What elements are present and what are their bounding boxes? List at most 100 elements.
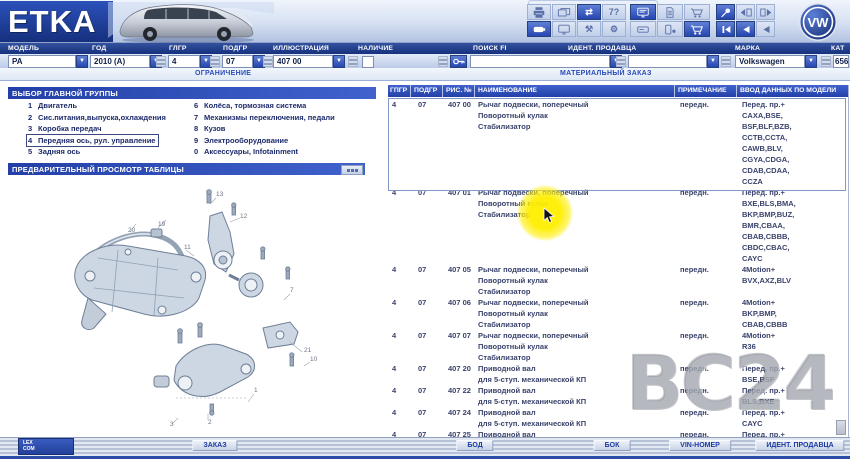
illustration-dropdown-button[interactable]: ▼ <box>333 55 345 68</box>
main-group-item-4[interactable]: 4Передняя ось, рул. управление <box>26 134 159 148</box>
parts-table-body: 407407 00Рычаг подвески, поперечныйПовор… <box>388 99 848 437</box>
back-icon[interactable] <box>756 21 775 37</box>
help-lookup-icon[interactable]: 7? <box>602 4 626 20</box>
catalog-input[interactable]: 656 <box>833 55 849 68</box>
bod-button[interactable]: БОД <box>456 440 493 451</box>
seller-id-dropdown-button[interactable]: ▼ <box>707 55 719 68</box>
svg-text:20: 20 <box>128 227 136 234</box>
order-button[interactable]: ЗАКАЗ <box>192 440 237 451</box>
seller-id-input[interactable] <box>628 55 707 68</box>
vin-display-icon[interactable] <box>630 4 656 20</box>
prev-page-icon[interactable] <box>736 21 755 37</box>
parts-table-row-407-05[interactable]: 407407 05Рычаг подвески, поперечныйПовор… <box>388 264 848 297</box>
divider-grip <box>263 56 273 67</box>
parts-table-row-407-07[interactable]: 407407 07Рычаг подвески, поперечныйПовор… <box>388 330 848 363</box>
main-group-item-6[interactable]: 6Колёса, тормозная система <box>194 100 379 112</box>
svg-text:1: 1 <box>254 387 258 394</box>
col-name: НАИМЕНОВАНИЕ <box>478 87 537 94</box>
vin-number-button[interactable]: VIN-НОМЕР <box>669 440 731 451</box>
toolbar-group-1: ⇄7?⚒⚙ <box>527 4 626 37</box>
illustration-input[interactable]: 407 00 <box>273 55 333 68</box>
shopping-cart-icon[interactable] <box>684 21 710 37</box>
availability-checkbox[interactable] <box>362 56 374 68</box>
svg-text:10: 10 <box>310 356 318 363</box>
svg-text:7: 7 <box>290 287 294 294</box>
main-group-item-2[interactable]: 2Сис.питания,выпуска,охлаждения <box>28 112 198 124</box>
seller-id-label: ИДЕНТ. ПРОДАВЦА <box>568 45 636 52</box>
wheel-icon[interactable]: ⚙ <box>602 21 626 37</box>
divider-grip <box>210 56 220 67</box>
material-order-link[interactable]: МАТЕРИАЛЬНЫЙ ЗАКАЗ <box>560 70 652 77</box>
col-gpgr: ГПГР <box>390 87 407 94</box>
filter-input-row: PA ▼ 2010 (A) ▼ 4 ▼ 07 ▼ 407 00 ▼ ▼ ▼ Vo… <box>0 54 850 68</box>
divider-grip <box>821 56 831 67</box>
divider-grip <box>721 56 731 67</box>
svg-text:3: 3 <box>170 421 174 428</box>
year-input[interactable]: 2010 (A) <box>90 55 150 68</box>
document-icon[interactable] <box>657 4 683 20</box>
model-dropdown-button[interactable]: ▼ <box>76 55 88 68</box>
availability-label: НАЛИЧИЕ <box>358 45 393 52</box>
lexcom-logo: LEX COM <box>18 438 74 455</box>
divider-grip <box>616 56 626 67</box>
svg-text:19: 19 <box>158 221 166 228</box>
pin-icon[interactable] <box>716 4 735 20</box>
preview-panel-title: ПРЕДВАРИТЕЛЬНЫЙ ПРОСМОТР ТАБЛИЦЫ <box>12 165 184 174</box>
parts-table: ГПГР ПОДГР РИС. № НАИМЕНОВАНИЕ ПРИМЕЧАНИ… <box>388 85 849 437</box>
monitor-icon[interactable] <box>552 21 576 37</box>
year-label: ГОД <box>92 45 106 52</box>
page-forward-icon[interactable] <box>756 4 775 20</box>
cartridge-icon[interactable] <box>527 21 551 37</box>
col-note: ПРИМЕЧАНИЕ <box>678 87 727 94</box>
print-preview-icon[interactable] <box>552 4 576 20</box>
main-group-item-0[interactable]: 0Аксессуары, Infotainment <box>194 146 379 158</box>
parts-table-row-407-25[interactable]: 407407 25Приводной валпередн.Перед. пр.+ <box>388 429 848 437</box>
divider-grip <box>438 56 448 67</box>
main-group-item-9[interactable]: 9Электрооборудование <box>194 135 379 147</box>
main-group-input[interactable]: 4 <box>168 55 200 68</box>
card-reader-icon[interactable] <box>630 21 656 37</box>
main-group-item-8[interactable]: 8Кузов <box>194 123 379 135</box>
preview-options-button[interactable] <box>341 165 363 175</box>
svg-text:VW: VW <box>808 15 830 30</box>
restriction-link[interactable]: ОГРАНИЧЕНИЕ <box>195 70 251 77</box>
parts-table-row-407-24[interactable]: 407407 24Приводной валдля 5-ступ. механи… <box>388 407 848 429</box>
page-back-icon[interactable] <box>736 4 755 20</box>
service-tools-icon[interactable]: ⚒ <box>577 21 601 37</box>
vehicle-image <box>106 0 274 44</box>
model-input[interactable]: PA <box>8 55 76 68</box>
catalog-label: КАТ <box>831 45 844 52</box>
parts-table-row-407-01[interactable]: 407407 01Рычаг подвески, поперечныйПовор… <box>388 187 848 264</box>
search-fi-input[interactable] <box>470 55 610 68</box>
key-search-button[interactable] <box>450 55 467 68</box>
brand-input[interactable]: Volkswagen <box>735 55 805 68</box>
bok-button[interactable]: БОК <box>594 440 631 451</box>
print-icon[interactable] <box>527 4 551 20</box>
main-group-panel-header: ВЫБОР ГЛАВНОЙ ГРУППЫ <box>8 87 376 99</box>
seller-id-button[interactable]: ИДЕНТ. ПРОДАВЦА <box>755 440 844 451</box>
transfer-icon[interactable]: ⇄ <box>577 4 601 20</box>
table-scrollbar-nub[interactable] <box>836 420 846 435</box>
parts-table-row-407-22[interactable]: 407407 22Приводной валдля 5-ступ. механи… <box>388 385 848 407</box>
col-podgr: ПОДГР <box>414 87 437 94</box>
col-fig: РИС. № <box>446 87 472 94</box>
main-group-item-7[interactable]: 7Механизмы переключения, педали <box>194 112 379 124</box>
sub-group-input[interactable]: 07 <box>222 55 253 68</box>
brand-dropdown-button[interactable]: ▼ <box>805 55 817 68</box>
toolbar-group-2 <box>630 4 710 37</box>
scanner-icon[interactable] <box>657 21 683 37</box>
cart-add-icon[interactable] <box>684 4 710 20</box>
etka-logo: ETKA <box>0 1 113 42</box>
search-fi-label: ПОИСК FI <box>473 45 507 52</box>
etka-window: ETKA ⇄7?⚒⚙ <box>0 0 850 459</box>
parts-table-row-407-00[interactable]: 407407 00Рычаг подвески, поперечныйПовор… <box>388 99 848 187</box>
section-links-row: ОГРАНИЧЕНИЕ МАТЕРИАЛЬНЫЙ ЗАКАЗ <box>0 68 850 81</box>
key-icon <box>453 57 465 66</box>
first-page-icon[interactable] <box>716 21 735 37</box>
parts-diagram-illustration[interactable]: 201913121171021123 <box>58 180 380 432</box>
main-group-list-col2: 6Колёса, тормозная система7Механизмы пер… <box>194 100 379 158</box>
main-group-item-1[interactable]: 1Двигатель <box>28 100 198 112</box>
parts-table-row-407-20[interactable]: 407407 20Приводной валдля 5-ступ. механи… <box>388 363 848 385</box>
parts-table-row-407-06[interactable]: 407407 06Рычаг подвески, поперечныйПовор… <box>388 297 848 330</box>
main-group-item-5[interactable]: 5Задняя ось <box>28 146 198 158</box>
